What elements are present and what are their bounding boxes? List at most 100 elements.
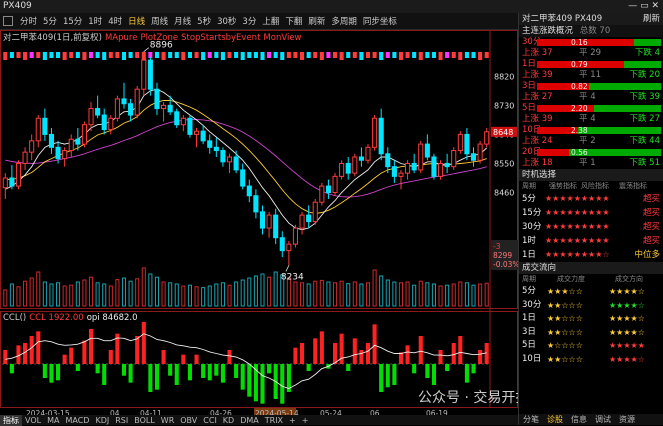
toolbar-btn-7[interactable]: 月线 bbox=[171, 15, 194, 27]
candle bbox=[339, 162, 345, 177]
window-title: PX409 bbox=[3, 1, 32, 11]
toolbar-btn-5[interactable]: 日线 bbox=[125, 15, 148, 27]
flow-strength-stars: ★☆☆☆☆ bbox=[547, 341, 583, 350]
toolbar-btn-2[interactable]: 15分 bbox=[60, 15, 85, 27]
volume-bar bbox=[267, 276, 272, 307]
right-tab-2[interactable]: 信息 bbox=[567, 414, 591, 425]
window-controls[interactable]: — ▭ ✕ bbox=[628, 0, 659, 13]
signal-marker bbox=[9, 52, 14, 58]
period-label: 1日 bbox=[522, 59, 536, 69]
ccl-bar bbox=[418, 336, 423, 364]
right-tab-0[interactable]: 分笔 bbox=[519, 414, 543, 425]
indicator-tab-12[interactable]: TRIX bbox=[262, 416, 286, 425]
candle bbox=[147, 59, 153, 90]
indicator-tab-13[interactable]: + bbox=[286, 416, 299, 425]
period-value: 0.79 bbox=[571, 60, 588, 69]
toolbar-btn-9[interactable]: 30秒 bbox=[214, 15, 239, 27]
flow-period: 5分 bbox=[522, 286, 536, 296]
indicator-tab-2[interactable]: MA bbox=[44, 416, 62, 425]
change-tag-text: -3 bbox=[493, 242, 501, 251]
candle bbox=[411, 162, 417, 171]
period-count-row: 上涨 39 平 4 下跌 27 bbox=[519, 114, 663, 125]
sub-legend-item: CCL() bbox=[3, 313, 27, 323]
candle bbox=[180, 117, 186, 126]
toolbar-btn-15[interactable]: 同步坐标 bbox=[360, 15, 400, 27]
ccl-bar bbox=[300, 343, 305, 364]
indicator-tab-8[interactable]: OBV bbox=[177, 416, 200, 425]
signal-marker bbox=[42, 52, 47, 60]
candle bbox=[299, 214, 305, 229]
overview-header: 主连涨跌概况 总数 70 bbox=[519, 25, 663, 37]
signal-marker bbox=[267, 52, 272, 58]
signal-marker bbox=[168, 52, 173, 58]
toolbar-btn-10[interactable]: 3分 bbox=[239, 15, 259, 27]
indicator-tab-4[interactable]: KDJ bbox=[92, 416, 112, 425]
chart-type-icon[interactable] bbox=[3, 16, 13, 26]
indicator-tab-5[interactable]: RSI bbox=[112, 416, 131, 425]
toolbar-btn-12[interactable]: 下翻 bbox=[282, 15, 305, 27]
signal-marker bbox=[194, 52, 199, 58]
signal-marker bbox=[154, 52, 160, 58]
indicator-tab-1[interactable]: VOL bbox=[22, 416, 44, 425]
signal-marker bbox=[339, 52, 344, 60]
timing-col-header: 周期 强势指标 风险指标 震荡指标 bbox=[519, 181, 663, 192]
high-pointer bbox=[143, 47, 150, 53]
signal-marker bbox=[214, 52, 219, 58]
right-tab-1[interactable]: 诊股 bbox=[543, 414, 567, 425]
signal-marker bbox=[372, 52, 377, 58]
volume-bar bbox=[412, 284, 417, 307]
toolbar-btn-1[interactable]: 5分 bbox=[40, 15, 60, 27]
candle bbox=[312, 201, 318, 223]
flow-period: 30分 bbox=[522, 299, 542, 310]
refresh-button[interactable]: 刷新 bbox=[643, 13, 660, 25]
indicator-tab-9[interactable]: CCI bbox=[200, 416, 220, 425]
signal-marker bbox=[3, 52, 8, 60]
signal-marker bbox=[425, 52, 430, 58]
flat-count: 平 29 bbox=[579, 48, 602, 58]
flow-strength-stars: ★★☆☆☆ bbox=[547, 354, 583, 364]
indicator-tab-7[interactable]: WR bbox=[158, 416, 177, 425]
right-tab-4[interactable]: 资源 bbox=[615, 414, 639, 425]
flow-period: 3日 bbox=[522, 326, 536, 337]
right-tab-3[interactable]: 调试 bbox=[591, 414, 615, 425]
up-count: 上涨 24 bbox=[522, 136, 553, 146]
flat-count: 平 11 bbox=[579, 70, 602, 80]
toolbar-btn-13[interactable]: 刷新 bbox=[305, 15, 328, 27]
signal-marker bbox=[471, 52, 476, 58]
toolbar-btn-0[interactable]: 分时 bbox=[17, 15, 40, 27]
candle bbox=[35, 117, 41, 142]
right-bottom-tabs: 分笔 诊股 信息 调试 资源 bbox=[519, 414, 663, 425]
indicator-tab-14[interactable]: + bbox=[299, 416, 312, 425]
candle bbox=[464, 133, 470, 155]
signal-marker bbox=[220, 52, 225, 60]
signal-marker bbox=[326, 52, 331, 58]
candle bbox=[95, 108, 101, 116]
last-price-label: 8648 bbox=[493, 128, 513, 137]
ccl-bar bbox=[392, 364, 397, 385]
indicator-tab-6[interactable]: BOLL bbox=[131, 416, 158, 425]
price-axis-label: 8730 bbox=[494, 101, 514, 110]
toolbar-btn-3[interactable]: 1时 bbox=[85, 15, 105, 27]
ccl-bar bbox=[102, 364, 107, 385]
toolbar-btn-14[interactable]: 多周期 bbox=[328, 15, 360, 27]
toolbar-btn-8[interactable]: 5秒 bbox=[194, 15, 214, 27]
toolbar-btn-4[interactable]: 4时 bbox=[105, 15, 125, 27]
timing-rating: 超买 bbox=[642, 236, 660, 246]
indicator-tab-0[interactable]: 指标 bbox=[0, 414, 22, 426]
indicator-tab-10[interactable]: KD bbox=[220, 416, 237, 425]
toolbar-btn-6[interactable]: 周线 bbox=[148, 15, 171, 27]
kline-chart[interactable]: 88968234882087308640855084608648-38299-0… bbox=[0, 30, 562, 418]
timing-row: 1时 ★★★★★★★★★ 超买 bbox=[519, 234, 663, 248]
candle bbox=[75, 138, 81, 145]
signal-marker bbox=[49, 52, 54, 58]
ccl-bar bbox=[471, 364, 476, 374]
signal-marker bbox=[253, 52, 258, 58]
chart-area[interactable]: 88968234882087308640855084608648-38299-0… bbox=[0, 30, 562, 418]
volume-bar bbox=[392, 281, 397, 307]
indicator-tab-11[interactable]: DMA bbox=[237, 416, 262, 425]
toolbar-btn-11[interactable]: 上翻 bbox=[259, 15, 282, 27]
volume-bar bbox=[332, 282, 338, 307]
down-count: 下跌 39 bbox=[629, 92, 660, 102]
signal-marker bbox=[300, 52, 305, 60]
indicator-tab-3[interactable]: MACD bbox=[62, 416, 92, 425]
